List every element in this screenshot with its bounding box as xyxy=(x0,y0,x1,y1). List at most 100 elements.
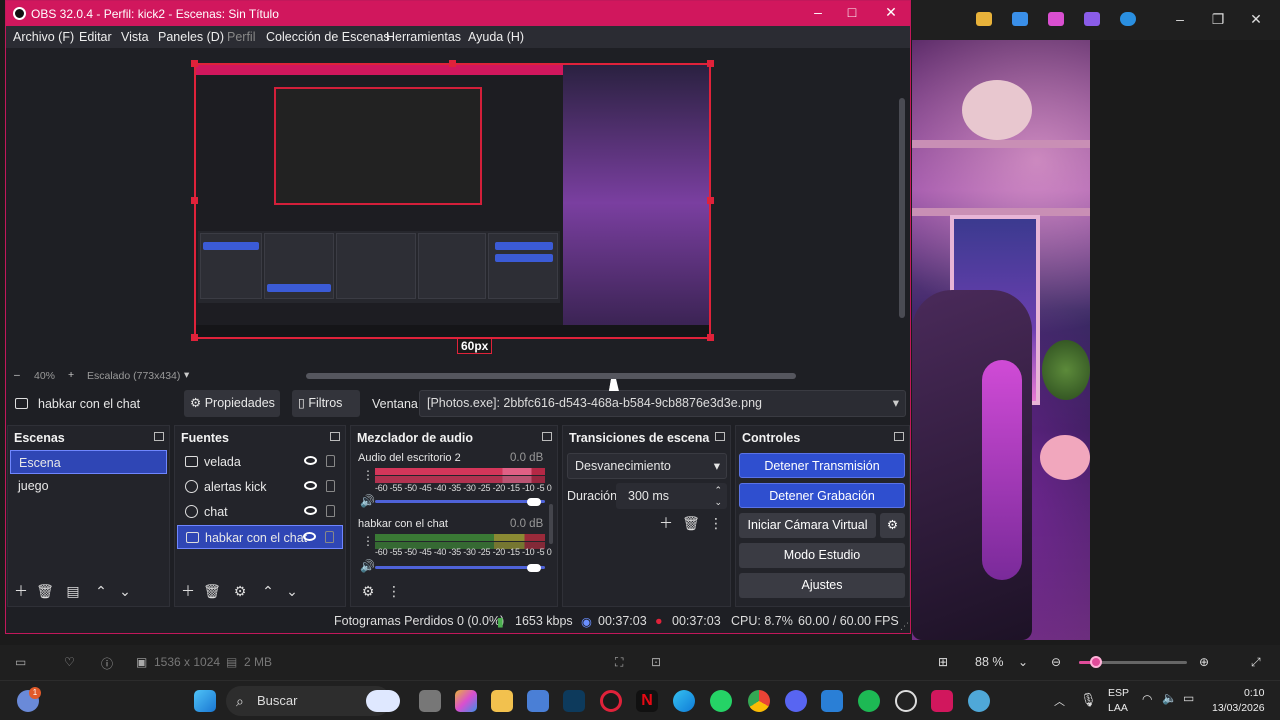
mixer-scrollbar[interactable] xyxy=(549,504,553,544)
volume-slider[interactable] xyxy=(375,566,545,569)
heart-icon[interactable]: ♡ xyxy=(64,655,75,669)
virtual-camera-settings-button[interactable]: ⚙ xyxy=(880,513,905,538)
fullscreen-icon[interactable]: ⤢ xyxy=(1251,655,1261,670)
undock-icon[interactable] xyxy=(154,432,164,441)
lock-icon[interactable] xyxy=(326,505,335,517)
lock-icon[interactable] xyxy=(326,480,335,492)
onedrive-icon[interactable] xyxy=(1120,12,1136,26)
clipchamp-icon[interactable] xyxy=(1084,12,1100,26)
menu-vista[interactable]: Vista xyxy=(121,30,149,44)
gear-icon[interactable]: ⚙ xyxy=(231,582,249,600)
source-item[interactable]: velada xyxy=(177,450,343,474)
kebab-icon[interactable]: ⋮ xyxy=(385,582,403,600)
stop-stream-button[interactable]: Detener Transmisión xyxy=(739,453,905,478)
scan-icon[interactable]: ⊡ xyxy=(651,655,661,669)
filters-button[interactable]: ▯ Filtros xyxy=(292,390,360,417)
vertical-scrollbar[interactable] xyxy=(899,98,905,318)
fit-icon[interactable]: ⊞ xyxy=(938,655,948,669)
studio-mode-button[interactable]: Modo Estudio xyxy=(739,543,905,568)
gear-icon[interactable]: ⚙ xyxy=(359,582,377,600)
clock-date[interactable]: 13/03/2026 xyxy=(1212,702,1265,714)
wifi-icon[interactable]: ◠ xyxy=(1142,692,1152,706)
spotify-icon[interactable] xyxy=(858,690,880,712)
designer-icon[interactable] xyxy=(1048,12,1064,26)
clock-time[interactable]: 0:10 xyxy=(1244,687,1264,699)
minimize-icon[interactable]: – xyxy=(1170,10,1190,28)
netflix-icon[interactable]: N xyxy=(636,690,658,712)
obs-icon[interactable] xyxy=(895,690,917,712)
app-icon[interactable] xyxy=(968,690,990,712)
source-item[interactable]: alertas kick xyxy=(177,475,343,499)
eye-icon[interactable] xyxy=(304,481,317,490)
search-highlight-icon[interactable] xyxy=(366,690,400,712)
scene-item[interactable]: Escena xyxy=(10,450,167,474)
filmstrip-icon[interactable]: ▭ xyxy=(15,655,26,669)
zoom-out-icon[interactable]: – xyxy=(14,369,20,381)
properties-button[interactable]: ⚙ Propiedades xyxy=(184,390,280,417)
add-icon[interactable]: ＋ xyxy=(657,514,675,532)
move-up-icon[interactable]: ⌃ xyxy=(92,582,110,600)
menu-editar[interactable]: Editar xyxy=(79,30,112,44)
undock-icon[interactable] xyxy=(894,432,904,441)
microphone-icon[interactable]: 🎙 xyxy=(1080,692,1097,708)
menu-ayuda[interactable]: Ayuda (H) xyxy=(468,30,524,44)
source-item[interactable]: habkar con el chat xyxy=(177,525,343,549)
photos-icon[interactable] xyxy=(821,690,843,712)
task-view-icon[interactable] xyxy=(419,690,441,712)
settings-button[interactable]: Ajustes xyxy=(739,573,905,598)
eye-icon[interactable] xyxy=(304,506,317,515)
menu-archivo[interactable]: Archivo (F) xyxy=(13,30,74,44)
add-icon[interactable]: ＋ xyxy=(179,582,197,600)
menu-paneles[interactable]: Paneles (D) xyxy=(158,30,224,44)
transition-select[interactable]: Desvanecimiento ▾ xyxy=(567,453,727,479)
duration-input[interactable]: 300 ms ⌃ ⌄ xyxy=(616,483,727,509)
copilot-icon[interactable] xyxy=(976,12,992,26)
speaker-icon[interactable]: 🔊 xyxy=(360,559,375,573)
edit-icon[interactable] xyxy=(1012,12,1028,26)
crop-icon[interactable]: ⛶ xyxy=(615,655,623,670)
start-icon[interactable] xyxy=(194,690,216,712)
stop-recording-button[interactable]: Detener Grabación xyxy=(739,483,905,508)
scene-item[interactable]: juego xyxy=(10,474,167,498)
source-item[interactable]: chat xyxy=(177,500,343,524)
obs-title-bar[interactable]: OBS 32.0.4 - Perfil: kick2 - Escenas: Si… xyxy=(6,1,910,26)
chevron-down-icon[interactable]: ▾ xyxy=(184,369,189,381)
discord-icon[interactable] xyxy=(785,690,807,712)
store-icon[interactable] xyxy=(527,690,549,712)
volume-slider[interactable] xyxy=(375,500,545,503)
trash-icon[interactable]: 🗑 xyxy=(682,514,700,532)
kebab-icon[interactable]: ⋮ xyxy=(362,468,374,482)
menu-coleccion[interactable]: Colección de Escenas xyxy=(266,30,390,44)
copilot-icon[interactable] xyxy=(455,690,477,712)
move-up-icon[interactable]: ⌃ xyxy=(259,582,277,600)
volume-knob[interactable] xyxy=(527,498,541,506)
restore-icon[interactable]: ❐ xyxy=(1208,10,1228,28)
eye-icon[interactable] xyxy=(304,456,317,465)
trash-icon[interactable]: 🗑 xyxy=(36,582,54,600)
undock-icon[interactable] xyxy=(715,432,725,441)
language-top[interactable]: ESP xyxy=(1108,687,1129,699)
kebab-icon[interactable]: ⋮ xyxy=(362,534,374,548)
kick-app-icon[interactable] xyxy=(931,690,953,712)
horizontal-scrollbar[interactable] xyxy=(306,373,796,379)
opera-icon[interactable] xyxy=(600,690,622,712)
stepper-down-icon[interactable]: ⌄ xyxy=(714,489,722,515)
minimize-icon[interactable]: – xyxy=(808,4,828,20)
whatsapp-icon[interactable] xyxy=(710,690,732,712)
undock-icon[interactable] xyxy=(542,432,552,441)
move-down-icon[interactable]: ⌄ xyxy=(283,582,301,600)
chevron-up-icon[interactable]: ︿ xyxy=(1054,693,1065,709)
zoom-in-icon[interactable]: + xyxy=(68,369,74,381)
info-icon[interactable]: ⓘ xyxy=(101,655,113,672)
chrome-icon[interactable] xyxy=(748,690,770,712)
lock-icon[interactable] xyxy=(325,531,334,543)
menu-perfil[interactable]: Perfil xyxy=(227,30,255,44)
add-icon[interactable]: ＋ xyxy=(12,582,30,600)
move-down-icon[interactable]: ⌄ xyxy=(116,582,134,600)
chevron-down-icon[interactable]: ⌄ xyxy=(1018,655,1028,669)
zoom-out-icon[interactable]: ⊖ xyxy=(1051,655,1061,669)
kebab-icon[interactable]: ⋮ xyxy=(707,514,725,532)
close-icon[interactable]: ✕ xyxy=(881,4,901,21)
close-icon[interactable]: ✕ xyxy=(1246,10,1266,28)
preview-canvas[interactable] xyxy=(194,63,711,339)
